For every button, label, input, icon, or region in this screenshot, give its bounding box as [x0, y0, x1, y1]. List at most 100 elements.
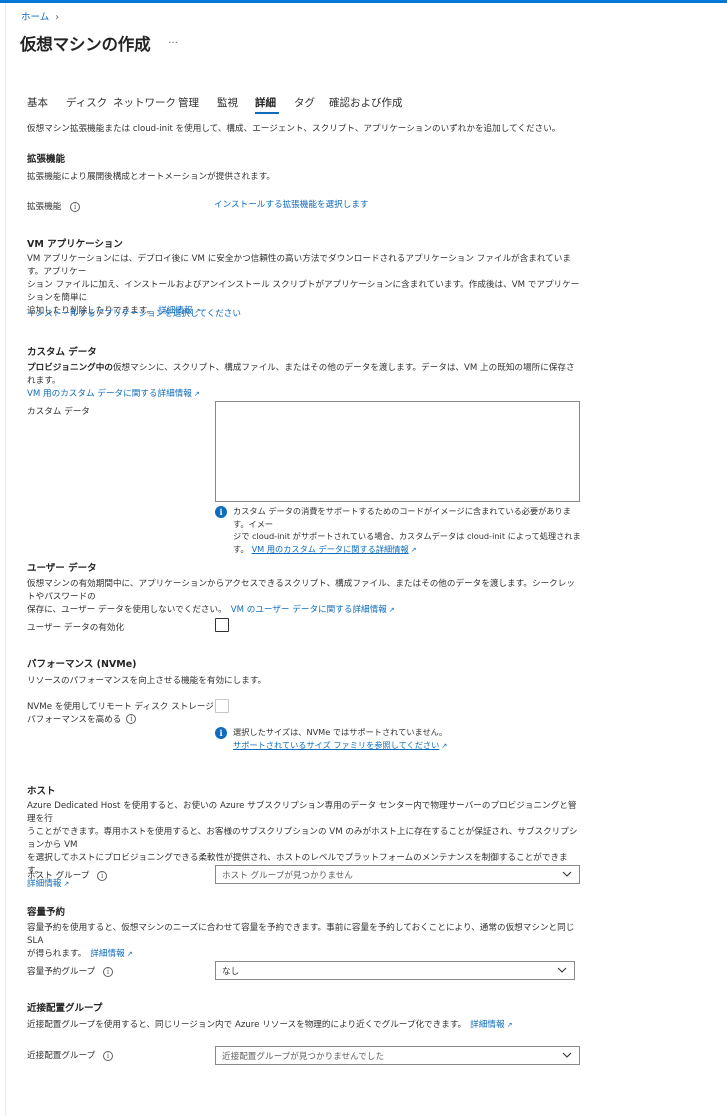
vm-apps-line: ション ファイルに加え、インストールおよびアンインストール スクリプトがアプリケ… [27, 280, 580, 303]
chevron-down-icon [562, 1052, 572, 1058]
custom-data-heading: カスタム データ [27, 347, 97, 358]
intro-text: 仮想マシン拡張機能または cloud-init を使用して、構成、エージェント、… [27, 124, 561, 134]
nvme-note: 選択したサイズは、NVMe ではサポートされていません。 サポートされているサイ… [233, 726, 573, 752]
tab-disks[interactable]: ディスク [66, 95, 107, 110]
capacity-group-select-value: なし [222, 967, 240, 977]
user-data-line-text: 保存に、ユーザー データを使用しないでください。 [27, 605, 227, 615]
user-data-line: 保存に、ユーザー データを使用しないでください。 VM のユーザー データに関する… [27, 604, 582, 617]
external-link-icon: ↗ [388, 606, 395, 614]
host-group-select[interactable]: ホスト グループが見つかりません [215, 865, 580, 884]
user-data-heading: ユーザー データ [27, 563, 97, 574]
proximity-description: 近接配置グループを使用すると、同じリージョン内で Azure リソースを物理的に… [27, 1020, 467, 1030]
extensions-field-label: 拡張機能 i [27, 200, 81, 212]
proximity-group-select[interactable]: 近接配置グループが見つかりませんでした [215, 1046, 580, 1065]
external-link-icon: ↗ [410, 545, 417, 554]
custom-data-learn-line: VM 用のカスタム データに関する詳細情報 ↗ [27, 388, 582, 401]
host-heading: ホスト [27, 786, 56, 797]
custom-data-note-text: す。 [233, 543, 249, 554]
host-group-field-label: ホスト グループ i [27, 869, 108, 881]
user-data-line: 仮想マシンの有効期間中に、アプリケーションからアクセスできるスクリプト、構成ファ… [27, 579, 575, 602]
custom-data-description: プロビジョニング中の仮想マシンに、スクリプト、構成ファイル、またはその他のデータ… [27, 362, 582, 401]
user-data-field-label: ユーザー データの有効化 [27, 623, 125, 633]
vm-apps-line: VM アプリケーションには、デプロイ後に VM に安全かつ信頼性の高い方法でダウ… [27, 254, 571, 277]
tab-advanced[interactable]: 詳細 [255, 95, 276, 110]
breadcrumb-separator-icon: › [55, 12, 60, 23]
extensions-label-text: 拡張機能 [27, 202, 62, 212]
custom-data-note-line: ジで cloud-init がサポートされている場合、カスタムデータは clou… [233, 531, 581, 541]
capacity-description: 容量予約を使用すると、仮想マシンのニーズに合わせて容量を予約できます。事前に容量… [27, 922, 582, 961]
tab-tags[interactable]: タグ [294, 95, 315, 110]
user-data-description: 仮想マシンの有効期間中に、アプリケーションからアクセスできるスクリプト、構成ファ… [27, 578, 582, 617]
custom-data-note-line: カスタム データの消費をサポートするためのコードがイメージに含まれている必要があ… [233, 506, 571, 529]
tab-review-create[interactable]: 確認および作成 [329, 95, 403, 110]
info-icon[interactable]: i [97, 870, 108, 881]
proximity-learn-more-link[interactable]: 詳細情報 [470, 1020, 504, 1030]
nvme-label-line: NVMe を使用してリモート ディスク ストレージ [27, 702, 214, 712]
info-filled-icon: i [215, 506, 227, 518]
custom-data-learn-link[interactable]: VM 用のカスタム データに関する詳細情報 [27, 389, 192, 399]
capacity-group-label-text: 容量予約グループ [27, 967, 96, 977]
host-group-select-value: ホスト グループが見つかりません [222, 871, 353, 881]
performance-description: リソースのパフォーマンスを向上させる機能を有効にします。 [27, 676, 267, 686]
custom-data-field-label: カスタム データ [27, 407, 90, 417]
capacity-line: 容量予約を使用すると、仮想マシンのニーズに合わせて容量を予約できます。事前に容量… [27, 923, 575, 946]
nvme-supported-sizes-link[interactable]: サポートされているサイズ ファミリを参照してください [233, 740, 439, 750]
info-icon[interactable]: i [102, 1050, 113, 1061]
nvme-checkbox[interactable] [215, 699, 229, 713]
info-filled-icon: i [215, 727, 227, 739]
performance-heading: パフォーマンス (NVMe) [27, 659, 137, 670]
host-group-label-text: ホスト グループ [27, 871, 90, 881]
left-border [5, 3, 6, 1116]
custom-data-desc-line: プロビジョニング中の仮想マシンに、スクリプト、構成ファイル、またはその他のデータ… [27, 362, 582, 388]
proximity-group-select-value: 近接配置グループが見つかりませんでした [222, 1052, 385, 1062]
custom-data-textarea[interactable] [215, 401, 580, 502]
chevron-down-icon [557, 967, 567, 973]
capacity-heading: 容量予約 [27, 907, 66, 918]
capacity-learn-more-link[interactable]: 詳細情報 [90, 949, 124, 959]
select-extensions-link[interactable]: インストールする拡張機能を選択します [214, 198, 369, 210]
custom-data-note-link[interactable]: VM 用のカスタム データに関する詳細情報 [252, 544, 409, 554]
custom-data-note-line: す。 VM 用のカスタム データに関する詳細情報 ↗ [233, 543, 583, 557]
nvme-label-line: パフォーマンスを高める i [27, 714, 214, 727]
external-link-icon: ↗ [63, 880, 70, 888]
tab-networking[interactable]: ネットワーク [113, 95, 176, 110]
external-link-icon: ↗ [126, 950, 133, 958]
more-options-icon[interactable]: … [168, 35, 178, 46]
top-accent-bar [0, 0, 727, 3]
select-applications-link[interactable]: インストールするアプリケーションを選択してください [27, 307, 241, 319]
nvme-note-link-line: サポートされているサイズ ファミリを参照してください ↗ [233, 739, 573, 753]
tab-active-indicator [255, 112, 279, 114]
breadcrumb-home[interactable]: ホーム [21, 12, 49, 23]
host-line: Azure Dedicated Host を使用すると、お使いの Azure サ… [27, 801, 577, 824]
info-icon[interactable]: i [126, 714, 137, 724]
tab-basics[interactable]: 基本 [27, 95, 48, 110]
info-icon[interactable]: i [70, 201, 81, 212]
capacity-line: が得られます。 詳細情報 ↗ [27, 948, 582, 961]
vm-apps-heading: VM アプリケーション [27, 239, 123, 250]
capacity-group-field-label: 容量予約グループ i [27, 965, 113, 977]
info-icon[interactable]: i [102, 966, 113, 977]
host-line: うことができます。専用ホストを使用すると、お客様のサブスクリプションの VM の… [27, 827, 578, 850]
custom-data-note: カスタム データの消費をサポートするためのコードがイメージに含まれている必要があ… [233, 505, 583, 556]
capacity-group-select[interactable]: なし [215, 961, 575, 980]
tab-management[interactable]: 管理 [178, 95, 199, 110]
nvme-field-label: NVMe を使用してリモート ディスク ストレージ パフォーマンスを高める i [27, 701, 214, 726]
extensions-heading: 拡張機能 [27, 154, 66, 165]
proximity-description-line: 近接配置グループを使用すると、同じリージョン内で Azure リソースを物理的に… [27, 1019, 582, 1032]
extensions-description: 拡張機能により展開後構成とオートメーションが提供されます。 [27, 172, 276, 182]
page-title: 仮想マシンの作成 [20, 35, 151, 54]
tab-monitoring[interactable]: 監視 [217, 95, 238, 110]
external-link-icon: ↗ [193, 390, 200, 398]
breadcrumb: ホーム › [21, 9, 59, 23]
user-data-learn-link[interactable]: VM のユーザー データに関する詳細情報 [231, 605, 387, 615]
external-link-icon: ↗ [506, 1021, 513, 1029]
enable-user-data-checkbox[interactable] [215, 618, 229, 632]
chevron-down-icon [562, 871, 572, 877]
capacity-line-text: が得られます。 [27, 949, 87, 959]
nvme-note-text: 選択したサイズは、NVMe ではサポートされていません。 [233, 727, 448, 737]
proximity-heading: 近接配置グループ [27, 1003, 103, 1014]
nvme-label-text: パフォーマンスを高める [27, 714, 122, 725]
external-link-icon: ↗ [441, 741, 448, 750]
proximity-group-field-label: 近接配置グループ i [27, 1049, 113, 1061]
custom-data-desc-bold: プロビジョニング中の [27, 363, 113, 373]
